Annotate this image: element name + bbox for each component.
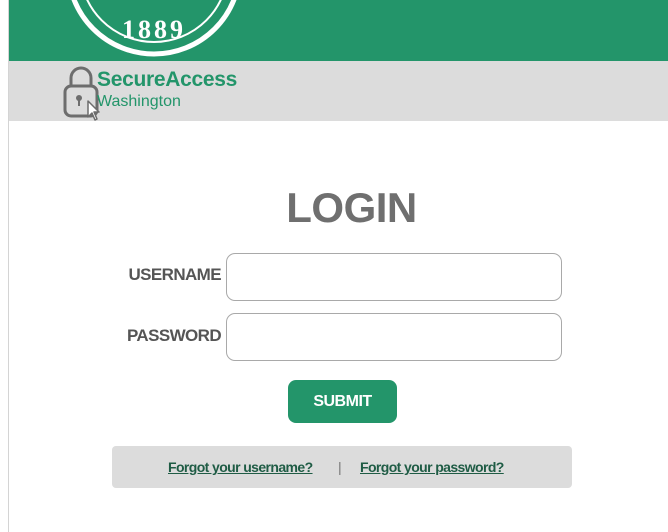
password-label: PASSWORD (126, 326, 222, 345)
page-frame: 1889 SecureAccess Washington LOGIN USERN… (8, 0, 668, 532)
brand-subtitle: Washington (97, 93, 181, 110)
username-label: USERNAME (128, 265, 222, 284)
submit-button[interactable]: SUBMIT (288, 380, 397, 423)
forgot-password-link[interactable]: Forgot your password? (360, 446, 504, 488)
login-title: LOGIN (286, 184, 417, 231)
username-input[interactable] (226, 253, 562, 301)
link-separator: | (338, 459, 342, 475)
seal-year: 1889 (122, 15, 186, 44)
password-input[interactable] (226, 313, 562, 361)
lock-cursor-icon (63, 66, 100, 121)
state-seal-icon: 1889 (71, 0, 237, 57)
help-links-bar: Forgot your username? | Forgot your pass… (112, 446, 572, 488)
forgot-username-link[interactable]: Forgot your username? (168, 446, 313, 488)
brand-name: SecureAccess (97, 68, 238, 91)
header-band: 1889 (9, 0, 668, 61)
